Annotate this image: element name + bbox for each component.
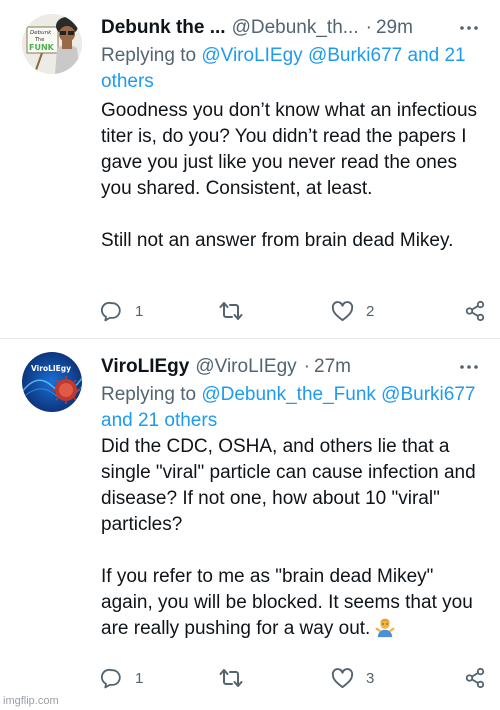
tweet-text: Did the CDC, OSHA, and others lie that a… [101,434,488,642]
tweet-paragraph: Did the CDC, OSHA, and others lie that a… [101,436,476,535]
retweet-icon [219,302,243,320]
heart-icon [331,300,354,321]
action-bar: 1 2 [101,296,486,326]
author-handle[interactable]: @ViroLIEgy [195,353,296,381]
share-button[interactable] [464,296,486,326]
person-shrugging-emoji [375,618,395,638]
tweet-header: Debunk the ... @Debunk_th... · 29m [101,14,482,42]
author-name[interactable]: ViroLIEgy [101,353,189,381]
share-icon [465,667,485,689]
retweet-button[interactable] [219,663,255,693]
reply-bubble-icon [101,668,121,689]
tweet-paragraph-text: If you refer to me as "brain dead Mikey"… [101,566,473,639]
timestamp[interactable]: 29m [376,14,413,42]
tweet-paragraph: Still not an answer from brain dead Mike… [101,230,454,251]
avatar-text-3: FUNK [29,43,55,52]
tweet-text: Goodness you don’t know what an infectio… [101,98,488,254]
reply-button[interactable]: 1 [101,296,143,326]
separator-dot: · [303,356,310,377]
action-bar: 1 3 [101,663,486,693]
like-button[interactable]: 3 [331,663,374,693]
like-button[interactable]: 2 [331,296,374,326]
retweet-icon [219,669,243,687]
author-name[interactable]: Debunk the ... [101,14,226,42]
tweet-viroliegy[interactable]: ViroLIEgy ViroLIEgy @ViroLIEgy · 27m Rep… [0,339,500,710]
avatar[interactable]: ViroLIEgy [22,352,82,412]
replying-to: Replying to @Debunk_the_Funk @Burki677 a… [101,382,484,434]
tweet-paragraph: Goodness you don’t know what an infectio… [101,100,478,199]
replying-to-label: Replying to [101,384,197,405]
replying-to-label: Replying to [101,45,197,66]
heart-icon [331,667,354,688]
author-handle[interactable]: @Debunk_th... [232,14,359,42]
separator-dot: · [365,17,372,38]
reply-count: 1 [135,302,144,320]
avatar-text: ViroLIEgy [31,364,71,373]
like-count: 2 [366,302,375,320]
reply-count: 1 [135,669,144,687]
share-icon [465,300,485,322]
like-count: 3 [366,669,375,687]
reply-button[interactable]: 1 [101,663,143,693]
avatar-text-1: Debunk [30,30,52,36]
replying-to: Replying to @ViroLIEgy @Burki677 and 21 … [101,43,484,95]
more-dots-icon[interactable] [456,14,482,42]
retweet-button[interactable] [219,296,255,326]
watermark: imgflip.com [3,695,59,707]
tweet-debunk-the-funk[interactable]: Debunk The FUNK Debunk the ... @Debunk_t… [0,0,500,338]
tweet-header: ViroLIEgy @ViroLIEgy · 27m [101,353,482,381]
timestamp[interactable]: 27m [314,353,351,381]
tweet-paragraph: If you refer to me as "brain dead Mikey"… [101,564,488,642]
reply-bubble-icon [101,301,121,322]
share-button[interactable] [464,663,486,693]
avatar[interactable]: Debunk The FUNK [22,14,82,74]
more-dots-icon[interactable] [456,353,482,381]
